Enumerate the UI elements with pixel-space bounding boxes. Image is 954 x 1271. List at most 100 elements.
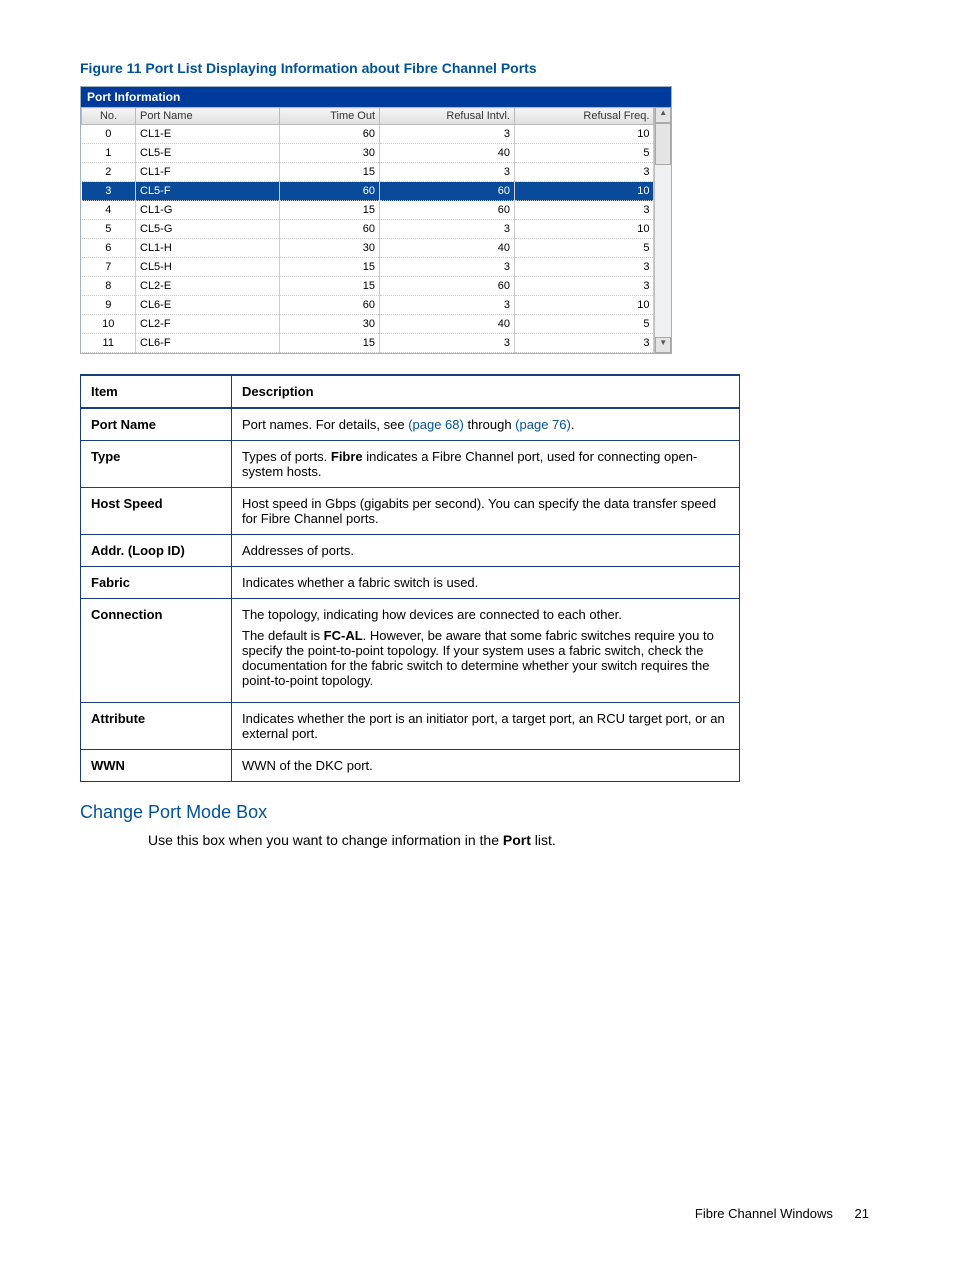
cell: 3 <box>380 163 515 182</box>
footer-section: Fibre Channel Windows <box>695 1206 833 1221</box>
table-row[interactable]: 9CL6-E60310 <box>82 296 654 315</box>
desc-addr: Addresses of ports. <box>232 535 740 567</box>
table-row[interactable]: 1CL5-E30405 <box>82 144 654 163</box>
cell: 2 <box>82 163 136 182</box>
cell: 3 <box>380 220 515 239</box>
scrollbar[interactable]: ▲ ▼ <box>654 107 671 353</box>
body-text: Use this box when you want to change inf… <box>148 831 874 851</box>
cell: 10 <box>514 125 653 144</box>
item-port-name: Port Name <box>81 408 232 441</box>
text: through <box>464 417 515 432</box>
desc-fabric: Indicates whether a fabric switch is use… <box>232 567 740 599</box>
cell: 3 <box>514 258 653 277</box>
cell: 3 <box>514 163 653 182</box>
section-heading: Change Port Mode Box <box>80 802 874 823</box>
desc-host-speed: Host speed in Gbps (gigabits per second)… <box>232 488 740 535</box>
col-header-portname[interactable]: Port Name <box>136 108 280 125</box>
table-row[interactable]: 10CL2-F30405 <box>82 315 654 334</box>
cell: CL1-F <box>136 163 280 182</box>
cell: 3 <box>82 182 136 201</box>
cell: CL1-H <box>136 239 280 258</box>
cell: 15 <box>280 163 380 182</box>
cell: CL2-F <box>136 315 280 334</box>
cell: CL5-H <box>136 258 280 277</box>
desc-attribute: Indicates whether the port is an initiat… <box>232 703 740 750</box>
cell: 40 <box>380 315 515 334</box>
cell: 15 <box>280 277 380 296</box>
table-row[interactable]: 5CL5-G60310 <box>82 220 654 239</box>
link-page-68[interactable]: (page 68) <box>408 417 464 432</box>
cell: CL1-G <box>136 201 280 220</box>
bold-fcal: FC-AL <box>324 628 363 643</box>
col-header-freq[interactable]: Refusal Freq. <box>514 108 653 125</box>
cell: 7 <box>82 258 136 277</box>
cell: 5 <box>514 239 653 258</box>
col-header-intvl[interactable]: Refusal Intvl. <box>380 108 515 125</box>
cell: 15 <box>280 258 380 277</box>
cell: 1 <box>82 144 136 163</box>
item-host-speed: Host Speed <box>81 488 232 535</box>
cell: 40 <box>380 144 515 163</box>
cell: CL5-F <box>136 182 280 201</box>
cell: 60 <box>280 296 380 315</box>
text: Use this box when you want to change inf… <box>148 832 503 848</box>
col-header-timeout[interactable]: Time Out <box>280 108 380 125</box>
cell: 30 <box>280 315 380 334</box>
cell: 60 <box>280 182 380 201</box>
text: Port names. For details, see <box>242 417 408 432</box>
description-table: Item Description Port Name Port names. F… <box>80 374 740 782</box>
cell: CL5-G <box>136 220 280 239</box>
cell: 60 <box>380 182 515 201</box>
cell: 40 <box>380 239 515 258</box>
footer: Fibre Channel Windows 21 <box>695 1206 869 1221</box>
cell: 10 <box>514 182 653 201</box>
cell: 60 <box>280 220 380 239</box>
item-wwn: WWN <box>81 750 232 782</box>
item-connection: Connection <box>81 599 232 703</box>
col-header-no[interactable]: No. <box>82 108 136 125</box>
desc-header-desc: Description <box>232 375 740 408</box>
link-page-76[interactable]: (page 76) <box>515 417 571 432</box>
scroll-track[interactable] <box>655 165 671 337</box>
cell: 11 <box>82 334 136 353</box>
cell: 10 <box>514 220 653 239</box>
desc-connection: The topology, indicating how devices are… <box>232 599 740 703</box>
scroll-up-icon[interactable]: ▲ <box>655 107 671 123</box>
cell: 3 <box>380 125 515 144</box>
port-information-window: Port Information No. Port Name Time Out … <box>80 86 672 354</box>
cell: 60 <box>380 201 515 220</box>
table-row[interactable]: 8CL2-E15603 <box>82 277 654 296</box>
scroll-down-icon[interactable]: ▼ <box>655 337 671 353</box>
cell: CL6-E <box>136 296 280 315</box>
cell: 10 <box>82 315 136 334</box>
text: The default is FC-AL. However, be aware … <box>242 628 729 688</box>
bold-fibre: Fibre <box>331 449 363 464</box>
cell: 6 <box>82 239 136 258</box>
cell: 8 <box>82 277 136 296</box>
table-row[interactable]: 2CL1-F1533 <box>82 163 654 182</box>
table-row[interactable]: 7CL5-H1533 <box>82 258 654 277</box>
desc-type: Types of ports. Fibre indicates a Fibre … <box>232 441 740 488</box>
cell: 5 <box>514 315 653 334</box>
table-row[interactable]: 6CL1-H30405 <box>82 239 654 258</box>
cell: 15 <box>280 334 380 353</box>
bold-port: Port <box>503 832 531 848</box>
cell: 0 <box>82 125 136 144</box>
table-row[interactable]: 4CL1-G15603 <box>82 201 654 220</box>
desc-wwn: WWN of the DKC port. <box>232 750 740 782</box>
scroll-thumb[interactable] <box>655 123 671 165</box>
table-row[interactable]: 11CL6-F1533 <box>82 334 654 353</box>
table-row[interactable]: 3CL5-F606010 <box>82 182 654 201</box>
cell: CL2-E <box>136 277 280 296</box>
cell: 3 <box>514 201 653 220</box>
page-number: 21 <box>855 1206 869 1221</box>
cell: CL1-E <box>136 125 280 144</box>
item-addr: Addr. (Loop ID) <box>81 535 232 567</box>
cell: CL6-F <box>136 334 280 353</box>
item-attribute: Attribute <box>81 703 232 750</box>
table-row[interactable]: 0CL1-E60310 <box>82 125 654 144</box>
cell: 3 <box>380 258 515 277</box>
window-title: Port Information <box>81 87 671 107</box>
desc-header-item: Item <box>81 375 232 408</box>
cell: 3 <box>514 277 653 296</box>
